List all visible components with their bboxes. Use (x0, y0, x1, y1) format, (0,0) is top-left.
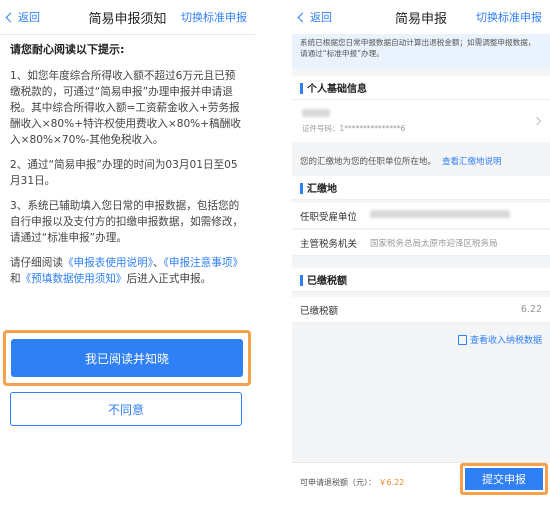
link-filing-notes[interactable]: 《申报注意事项》 (164, 257, 243, 269)
paid-value: 6.22 (520, 304, 542, 315)
back-button[interactable]: 返回 (5, 9, 40, 25)
link-prefill-notes[interactable]: 《预填数据使用须知》 (21, 273, 127, 285)
employer-row[interactable]: 任职受雇单位 (292, 203, 550, 229)
switch-standard-button[interactable]: 切换标准申报 (181, 9, 247, 25)
location-link[interactable]: 查看汇缴地说明 (442, 155, 502, 167)
employer-label: 任职受雇单位 (300, 211, 358, 223)
auto-calc-notice: 系统已根据您日常申报数据自动计算出退税金额；如需调整申报数据，请通过“标准申报”… (292, 34, 550, 68)
para4-sep: 、 (153, 257, 164, 269)
notice-paragraph-3: 3、系统已辅助填入您日常的申报数据，包括您的自行申报以及支付方的扣缴申报数据，如… (10, 200, 244, 244)
notice-content: 请您耐心阅读以下提示: 1、如您年度综合所得收入额不超过6万元且已预缴税款的，可… (10, 42, 245, 296)
back-button[interactable]: 返回 (297, 9, 332, 25)
right-nav-bar: 返回 简易申报 切换标准申报 (292, 0, 550, 35)
agree-highlight: 我已阅读并知晓 (3, 330, 251, 386)
link-form-instructions[interactable]: 《申报表使用说明》 (63, 257, 153, 269)
refund-label: 可申请退税额（元）： (300, 478, 376, 487)
id-number: 证件号码：1***************6 (302, 124, 406, 133)
tax-office-row[interactable]: 主管税务机关 国家税务总局太原市迎泽区税务局 (292, 230, 550, 256)
basic-info-card[interactable]: 证件号码：1***************6 (292, 100, 550, 142)
notice-heading: 请您耐心阅读以下提示: (10, 43, 125, 56)
back-label: 返回 (310, 11, 332, 24)
notice-paragraph-2: 2、通过“简易申报”办理的时间为03月01日至05月31日。 (10, 159, 238, 187)
switch-standard-button[interactable]: 切换标准申报 (476, 9, 542, 25)
back-label: 返回 (18, 11, 40, 24)
huijiao-title: 汇缴地 (292, 176, 550, 200)
view-income-link[interactable]: 查看收入纳税数据 (457, 333, 542, 346)
chevron-right-icon (532, 116, 542, 126)
name-blurred (302, 109, 330, 117)
left-screen: 返回 简易申报须知 切换标准申报 请您耐心阅读以下提示: 1、如您年度综合所得收… (0, 0, 255, 506)
location-text: 您的汇缴地为您的任职单位所在地。 (300, 157, 437, 167)
chevron-left-icon (297, 12, 308, 22)
tax-office-value: 国家税务总局太原市迎泽区税务局 (370, 238, 498, 249)
paid-row: 已缴税额 6.22 (292, 297, 550, 323)
para4-post: 后进入正式申报。 (126, 273, 212, 285)
right-screen: 返回 简易申报 切换标准申报 系统已根据您日常申报数据自动计算出退税金额；如需调… (292, 0, 550, 506)
notice-paragraph-1: 1、如您年度综合所得收入额不超过6万元且已预缴税款的，可通过“简易申报”办理申报… (10, 70, 241, 146)
location-info: 您的汇缴地为您的任职单位所在地。 查看汇缴地说明 (292, 150, 550, 172)
basic-info-title: 个人基础信息 (292, 76, 550, 100)
section-bar (300, 275, 303, 286)
paid-label: 已缴税额 (300, 305, 339, 317)
view-income-label: 查看收入纳税数据 (469, 336, 542, 346)
left-nav-bar: 返回 简易申报须知 切换标准申报 (0, 0, 255, 35)
paid-title: 已缴税额 (292, 268, 550, 292)
para4-pre: 请仔细阅读 (10, 257, 63, 269)
refund-amount: ￥6.22 (378, 478, 405, 487)
gap (255, 0, 292, 506)
submit-button[interactable]: 提交申报 (465, 468, 543, 490)
notice-paragraph-4: 请仔细阅读《申报表使用说明》、《申报注意事项》和《预填数据使用须知》后进入正式申… (10, 255, 245, 287)
chevron-left-icon (5, 12, 16, 22)
employer-blurred (370, 210, 510, 218)
tax-office-label: 主管税务机关 (300, 238, 358, 250)
agree-button[interactable]: 我已阅读并知晓 (11, 339, 243, 377)
submit-highlight: 提交申报 (460, 463, 548, 495)
para4-and: 和 (10, 273, 21, 285)
section-bar (300, 183, 303, 194)
document-icon (457, 334, 467, 345)
employer-value (370, 210, 542, 221)
huijiao-label: 汇缴地 (307, 184, 337, 195)
section-bar (300, 83, 303, 94)
footer-bar: 可申请退税额（元）： ￥6.22 提交申报 (292, 462, 550, 506)
paid-title-label: 已缴税额 (307, 276, 347, 287)
disagree-button[interactable]: 不同意 (10, 392, 242, 426)
basic-info-label: 个人基础信息 (307, 84, 367, 95)
refund-summary: 可申请退税额（元）： ￥6.22 (300, 477, 404, 488)
